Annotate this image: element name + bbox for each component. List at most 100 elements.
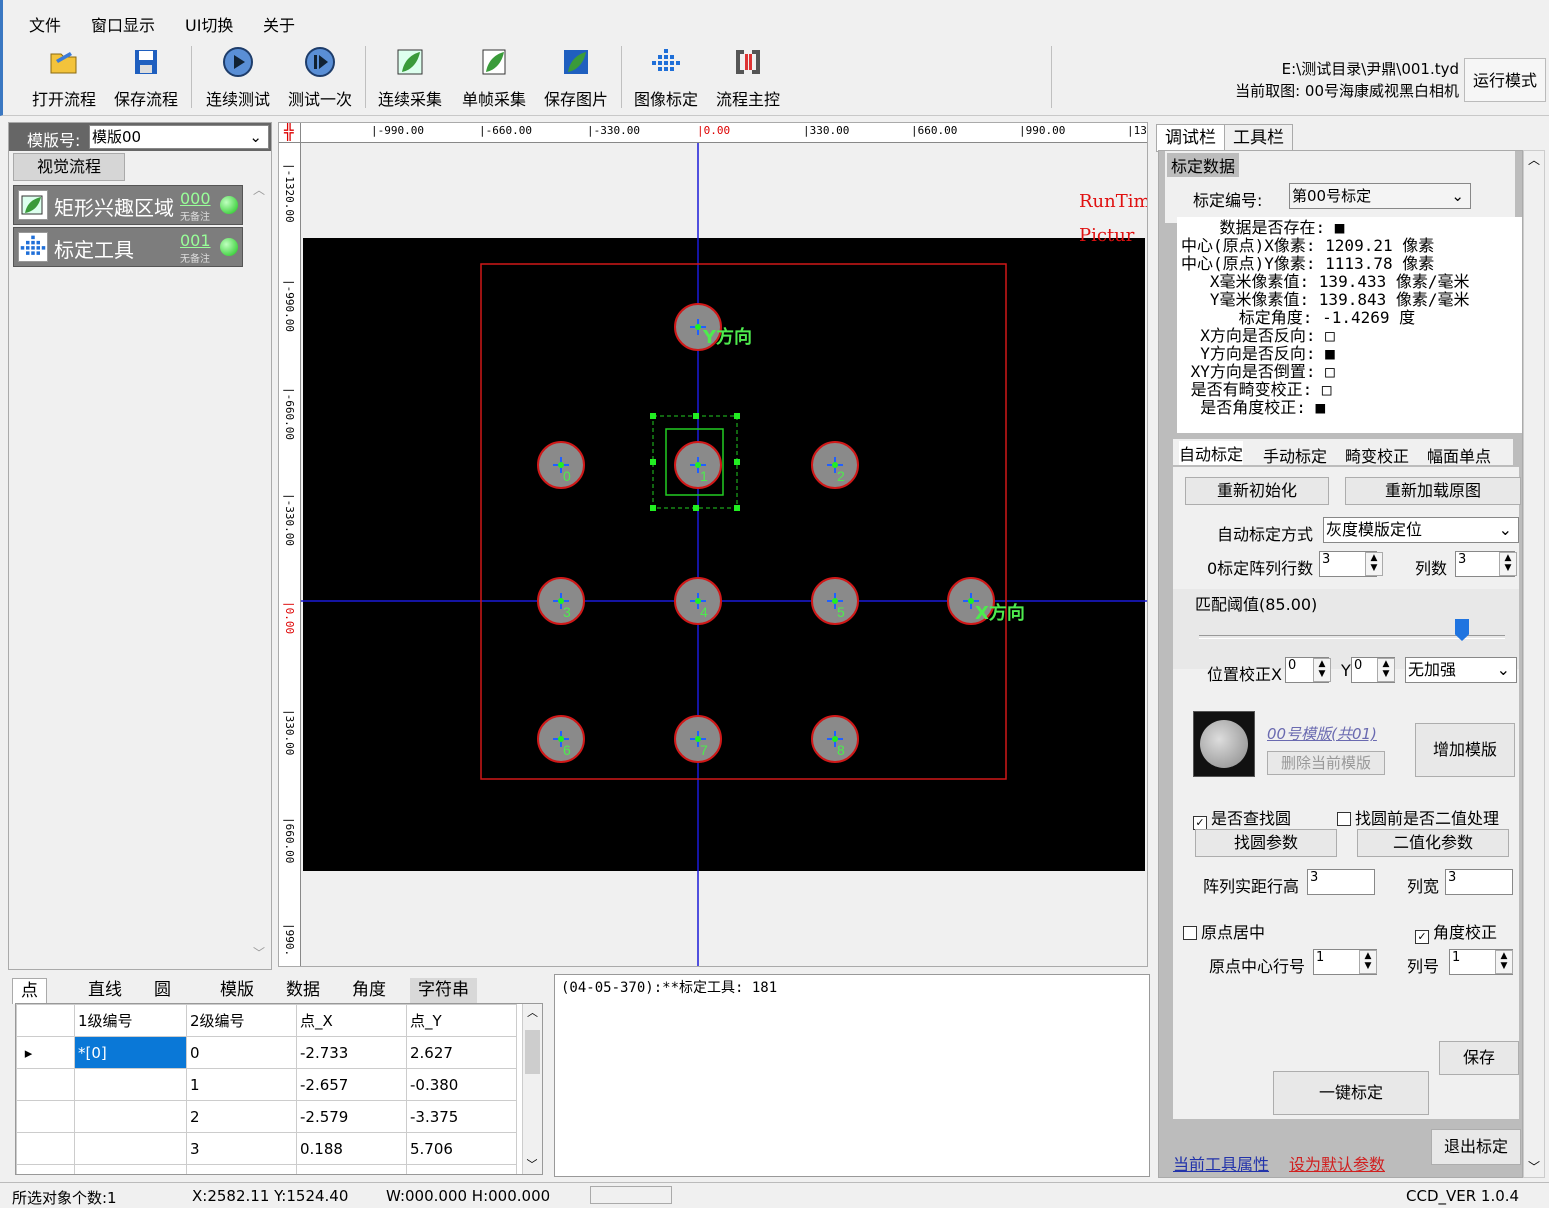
table-row[interactable]: 3 0.188 5.706 <box>16 1132 517 1165</box>
data-tabs: 点 直线 圆 模版 数据 角度 字符串 <box>10 974 550 1004</box>
y-direction-label: Y方向 <box>703 327 753 348</box>
menu-file[interactable]: 文件 <box>29 12 61 36</box>
rows-spinner-icon[interactable]: ▲ ▼ <box>1365 552 1383 576</box>
cols-spinner-icon[interactable]: ▲ ▼ <box>1499 552 1517 576</box>
continuous-test-button[interactable]: 连续测试 <box>203 46 273 112</box>
table-row[interactable]: 1 -2.657 -0.380 <box>16 1068 517 1101</box>
table-row[interactable]: 4 0.263 2.697 <box>16 1164 517 1174</box>
open-flow-button[interactable]: 打开流程 <box>29 46 99 112</box>
table-header: 1级编号 2级编号 点_X 点_Y <box>16 1004 517 1037</box>
angle-correct-checkbox[interactable]: ✓ 角度校正 <box>1415 919 1497 944</box>
tab-debug[interactable]: 调试栏 <box>1156 124 1225 152</box>
array-width-label: 列宽 <box>1407 877 1440 896</box>
calib-data-line: 中心(原点)X像素: 1209.21 像素 <box>1181 236 1435 255</box>
bracket-control-icon <box>736 50 760 74</box>
table-row[interactable]: 2 -2.579 -3.375 <box>16 1100 517 1133</box>
step-circle-icon <box>305 47 335 77</box>
array-rows-label: 0标定阵列行数 <box>1207 559 1314 578</box>
tab-manual-calib[interactable]: 手动标定 <box>1263 443 1327 467</box>
auto-mode-select[interactable]: 灰度模版定位 ⌄ <box>1323 517 1519 543</box>
exit-calib-button[interactable]: 退出标定 <box>1431 1129 1521 1165</box>
binarize-before-checkbox[interactable]: 找圆前是否二值处理 <box>1337 805 1499 829</box>
dot-index-label: 5 <box>837 604 845 620</box>
open-folder-icon <box>50 52 77 74</box>
tab-vision-flow[interactable]: 视觉流程 <box>13 153 125 181</box>
run-mode-button[interactable]: 运行模式 <box>1464 58 1546 102</box>
calib-data-line: X毫米像素值: 139.433 像素/毫米 <box>1181 272 1470 291</box>
flow-item-calibration[interactable]: 标定工具 001 无备注 <box>13 227 243 267</box>
menu-about[interactable]: 关于 <box>263 12 295 36</box>
position-x-label: 位置校正X <box>1207 665 1282 684</box>
set-default-link[interactable]: 设为默认参数 <box>1289 1151 1385 1175</box>
reinit-button[interactable]: 重新初始化 <box>1185 477 1329 505</box>
current-tool-attr-link[interactable]: 当前工具属性 <box>1173 1151 1269 1175</box>
one-key-calib-button[interactable]: 一键标定 <box>1273 1071 1429 1115</box>
continuous-capture-button[interactable]: 连续采集 <box>375 46 445 112</box>
tab-string[interactable]: 字符串 <box>410 978 477 1004</box>
tab-circle[interactable]: 圆 <box>146 978 179 1004</box>
table-row[interactable]: ▸ *[0] 0 -2.733 2.627 <box>16 1036 517 1069</box>
binarize-params-button[interactable]: 二值化参数 <box>1357 829 1509 857</box>
pos-x-spinner-icon[interactable]: ▲ ▼ <box>1313 658 1331 682</box>
array-height-input[interactable]: 3 <box>1307 869 1375 895</box>
calib-data-line: Y毫米像素值: 139.843 像素/毫米 <box>1181 290 1470 309</box>
image-canvas[interactable]: ╬ |-990.00 |-660.00 |-330.00 |0.00 |330.… <box>278 122 1148 967</box>
menu-ui-switch[interactable]: UI切换 <box>185 12 233 36</box>
tab-line[interactable]: 直线 <box>80 978 130 1004</box>
leaf-single-icon <box>482 49 506 75</box>
reload-image-button[interactable]: 重新加载原图 <box>1345 477 1521 505</box>
single-capture-button[interactable]: 单帧采集 <box>459 46 529 112</box>
tab-auto-calib[interactable]: 自动标定 <box>1179 441 1244 465</box>
template-label: 模版号: <box>27 131 81 150</box>
chevron-down-icon: ⌄ <box>1451 187 1464 205</box>
tab-distortion[interactable]: 畸变校正 <box>1345 443 1409 467</box>
calibration-no-select[interactable]: 第00号标定 ⌄ <box>1289 183 1471 209</box>
play-circle-icon <box>223 47 253 77</box>
enhance-select[interactable]: 无加强 ⌄ <box>1405 657 1517 683</box>
delete-template-button[interactable]: 删除当前模版 <box>1267 751 1385 775</box>
find-circle-checkbox[interactable]: ✓ 是否查找圆 <box>1193 805 1291 830</box>
add-template-button[interactable]: 增加模版 <box>1415 723 1515 777</box>
image-calibration-button[interactable]: 图像标定 <box>631 46 701 112</box>
scroll-down-icon[interactable]: ﹀ <box>1524 1158 1544 1175</box>
origin-col-spinner-icon[interactable]: ▲ ▼ <box>1495 950 1513 974</box>
array-height-label: 阵列实距行高 <box>1203 877 1300 896</box>
calib-data-line: 标定角度: -1.4269 度 <box>1181 308 1416 327</box>
array-width-input[interactable]: 3 <box>1445 869 1513 895</box>
origin-row-spinner-icon[interactable]: ▲ ▼ <box>1359 950 1377 974</box>
circle-params-button[interactable]: 找圆参数 <box>1195 829 1337 857</box>
save-flow-button[interactable]: 保存流程 <box>111 46 181 112</box>
tab-tools[interactable]: 工具栏 <box>1224 124 1293 152</box>
file-info: E:\测试目录\尹鼎\001.tyd 当前取图: 00号海康威视黑白相机 <box>1235 58 1459 102</box>
tab-point[interactable]: 点 <box>12 978 47 1004</box>
flow-item-roi[interactable]: 矩形兴趣区域 000 无备注 <box>13 185 243 225</box>
picture-label: Pictur <box>1079 225 1135 246</box>
point-table[interactable]: 1级编号 2级编号 点_X 点_Y ▸ *[0] 0 -2.733 2.627 … <box>15 1003 543 1175</box>
flow-master-button[interactable]: 流程主控 <box>713 46 783 112</box>
test-once-button[interactable]: 测试一次 <box>285 46 355 112</box>
template-count-link[interactable]: 00号模版(共01) <box>1267 723 1377 744</box>
auto-mode-label: 自动标定方式 <box>1217 525 1314 544</box>
tab-angle[interactable]: 角度 <box>344 978 394 1004</box>
origin-center-checkbox[interactable]: 原点居中 <box>1183 919 1265 943</box>
checkbox-empty-icon <box>1183 926 1197 940</box>
template-select[interactable]: 模版00 ⌄ <box>89 125 269 149</box>
flow-list-scrollbar[interactable]: ︿ ﹀ <box>249 181 269 961</box>
selected-count: 所选对象个数:1 <box>12 1189 117 1207</box>
tab-data[interactable]: 数据 <box>278 978 328 1004</box>
floppy-icon <box>135 50 157 74</box>
dot-index-label: 2 <box>837 468 845 484</box>
current-camera: 当前取图: 00号海康威视黑白相机 <box>1235 82 1459 100</box>
pos-y-spinner-icon[interactable]: ▲ ▼ <box>1377 658 1395 682</box>
right-tabs: 调试栏 工具栏 <box>1156 124 1546 152</box>
tab-template[interactable]: 模版 <box>212 978 262 1004</box>
save-button[interactable]: 保存 <box>1439 1041 1519 1075</box>
tab-single-point[interactable]: 幅面单点 <box>1427 443 1491 467</box>
calib-data-line: 是否有畸变校正: □ <box>1181 380 1332 399</box>
save-image-button[interactable]: 保存图片 <box>541 46 611 112</box>
right-scrollbar[interactable]: ︿ ﹀ <box>1523 150 1545 1178</box>
menu-window[interactable]: 窗口显示 <box>91 12 155 36</box>
scroll-up-icon[interactable]: ︿ <box>1524 151 1544 168</box>
table-scrollbar[interactable]: ︿ ﹀ <box>522 1004 542 1174</box>
origin-row-label: 原点中心行号 <box>1209 957 1306 976</box>
